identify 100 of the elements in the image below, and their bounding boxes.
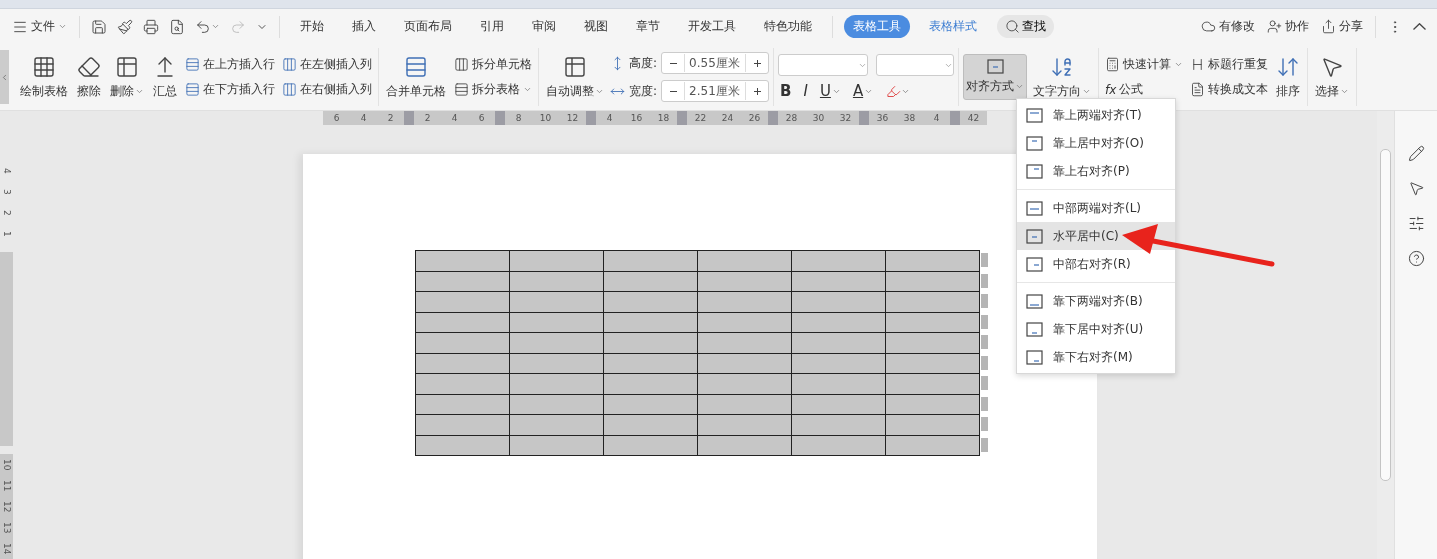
caret-icon xyxy=(211,22,220,31)
align-icon xyxy=(1026,200,1043,216)
table-cell[interactable] xyxy=(415,332,510,354)
font-color-button[interactable]: A xyxy=(850,82,876,100)
table-cell[interactable] xyxy=(791,373,886,395)
ribbon-tab[interactable]: 审阅 xyxy=(523,15,565,38)
table-cell[interactable] xyxy=(509,291,604,313)
column-marker[interactable] xyxy=(404,111,414,125)
table-cell[interactable] xyxy=(885,250,980,272)
insert-row-button[interactable]: 在上方插入行 xyxy=(183,55,277,74)
split-cells-button[interactable]: 拆分单元格 xyxy=(452,55,534,74)
table-cell[interactable] xyxy=(885,434,980,456)
table-cell[interactable] xyxy=(885,414,980,436)
alignment-button[interactable]: 对齐方式 xyxy=(963,54,1028,100)
file-menu[interactable]: 文件 xyxy=(8,16,71,37)
table-cell[interactable] xyxy=(509,414,604,436)
sort-button[interactable]: 排序 xyxy=(1273,49,1304,105)
table-cell[interactable] xyxy=(885,291,980,313)
menu-item[interactable]: 靠下右对齐(M) xyxy=(1017,343,1175,371)
menu-item[interactable]: 中部右对齐(R) xyxy=(1017,250,1175,278)
ribbon-tab[interactable]: 引用 xyxy=(471,15,513,38)
table-cell[interactable] xyxy=(603,291,698,313)
summary-button[interactable]: 汇总 xyxy=(150,49,180,105)
table-cell[interactable] xyxy=(791,291,886,313)
formula-button[interactable]: fx 公式 xyxy=(1103,80,1186,99)
table-cell[interactable] xyxy=(791,414,886,436)
autofit-button[interactable]: 自动调整 xyxy=(543,49,607,105)
table-cell[interactable] xyxy=(885,393,980,415)
quick-calc-button[interactable]: 快速计算 xyxy=(1103,55,1186,74)
split-table-icon xyxy=(454,82,469,97)
ribbon-tab[interactable]: 开发工具 xyxy=(679,15,745,38)
table-cell[interactable] xyxy=(415,373,510,395)
row-end-marker xyxy=(981,437,988,452)
scrollbar-thumb[interactable] xyxy=(1380,149,1391,481)
table-cell[interactable] xyxy=(509,373,604,395)
menu-item[interactable]: 靠上右对齐(P) xyxy=(1017,157,1175,185)
table-cell[interactable] xyxy=(697,291,792,313)
table-cell[interactable] xyxy=(415,414,510,436)
convert-to-text-button[interactable]: 转换成文本 xyxy=(1188,80,1271,99)
draw-table-button[interactable]: 绘制表格 xyxy=(17,49,71,105)
ruler-number: 10 xyxy=(532,111,559,125)
align-icon xyxy=(1026,107,1043,123)
menu-item[interactable]: 靠下居中对齐(U) xyxy=(1017,315,1175,343)
table-cell[interactable] xyxy=(415,250,510,272)
ribbon-tab[interactable]: 开始 xyxy=(291,15,333,38)
eraser-icon xyxy=(77,54,101,79)
menu-item[interactable]: 靠上居中对齐(O) xyxy=(1017,129,1175,157)
table-cell[interactable] xyxy=(885,332,980,354)
insert-column-button[interactable]: 在右侧插入列 xyxy=(280,80,374,99)
italic-button[interactable]: I xyxy=(801,82,810,100)
erase-button[interactable]: 擦除 xyxy=(74,49,104,105)
underline-button[interactable]: U xyxy=(817,82,843,100)
share-button[interactable]: 分享 xyxy=(1317,16,1367,37)
column-marker[interactable] xyxy=(495,111,505,125)
table-cell[interactable] xyxy=(885,270,980,292)
ribbon-tab[interactable]: 插入 xyxy=(343,15,385,38)
table-cell[interactable] xyxy=(885,373,980,395)
table-cell[interactable] xyxy=(697,414,792,436)
ribbon-tab[interactable]: 页面布局 xyxy=(395,15,461,38)
search-button[interactable]: 查找 xyxy=(997,15,1054,38)
table-cell[interactable] xyxy=(603,414,698,436)
bold-button[interactable]: B xyxy=(778,82,794,100)
height-field[interactable]: 0.55厘米 xyxy=(661,52,770,74)
delete-button[interactable]: 删除 xyxy=(107,49,147,105)
table-cell[interactable] xyxy=(885,311,980,333)
ribbon-tab[interactable]: 视图 xyxy=(575,15,617,38)
table-cell[interactable] xyxy=(697,250,792,272)
ribbon-tab[interactable]: 表格样式 xyxy=(920,15,986,38)
collaborate-button[interactable]: 协作 xyxy=(1263,16,1313,37)
merge-cells-button[interactable]: 合并单元格 xyxy=(383,49,449,105)
table-cell[interactable] xyxy=(509,332,604,354)
column-marker[interactable] xyxy=(859,111,869,125)
column-marker[interactable] xyxy=(586,111,596,125)
table-cell[interactable] xyxy=(509,250,604,272)
table-cell[interactable] xyxy=(791,332,886,354)
column-marker[interactable] xyxy=(768,111,778,125)
table-cell[interactable] xyxy=(697,373,792,395)
table-cell[interactable] xyxy=(885,352,980,374)
table-cell[interactable] xyxy=(603,332,698,354)
column-marker[interactable] xyxy=(677,111,687,125)
ruler-number: 2 xyxy=(377,111,404,125)
table-cell[interactable] xyxy=(603,250,698,272)
table-cell[interactable] xyxy=(603,373,698,395)
width-field[interactable]: 2.51厘米 xyxy=(661,80,770,102)
table-cell[interactable] xyxy=(415,291,510,313)
table-cell[interactable] xyxy=(697,332,792,354)
table-cell[interactable] xyxy=(791,250,886,272)
select-button[interactable]: 选择 xyxy=(1312,49,1353,105)
repeat-header-button[interactable]: 标题行重复 xyxy=(1188,55,1271,74)
save-status-button[interactable]: 有修改 xyxy=(1197,16,1259,37)
caret-icon xyxy=(1174,60,1184,69)
ruler-number: 2 xyxy=(414,111,441,125)
split-table-button[interactable]: 拆分表格 xyxy=(452,80,534,99)
insert-column-button[interactable]: 在左侧插入列 xyxy=(280,55,374,74)
column-marker[interactable] xyxy=(950,111,960,125)
ribbon-tab[interactable]: 特色功能 xyxy=(755,15,821,38)
insert-row-button[interactable]: 在下方插入行 xyxy=(183,80,277,99)
menu-item[interactable]: 靠下两端对齐(B) xyxy=(1017,287,1175,315)
ribbon-tab[interactable]: 章节 xyxy=(627,15,669,38)
menu-item[interactable]: 中部两端对齐(L) xyxy=(1017,194,1175,222)
